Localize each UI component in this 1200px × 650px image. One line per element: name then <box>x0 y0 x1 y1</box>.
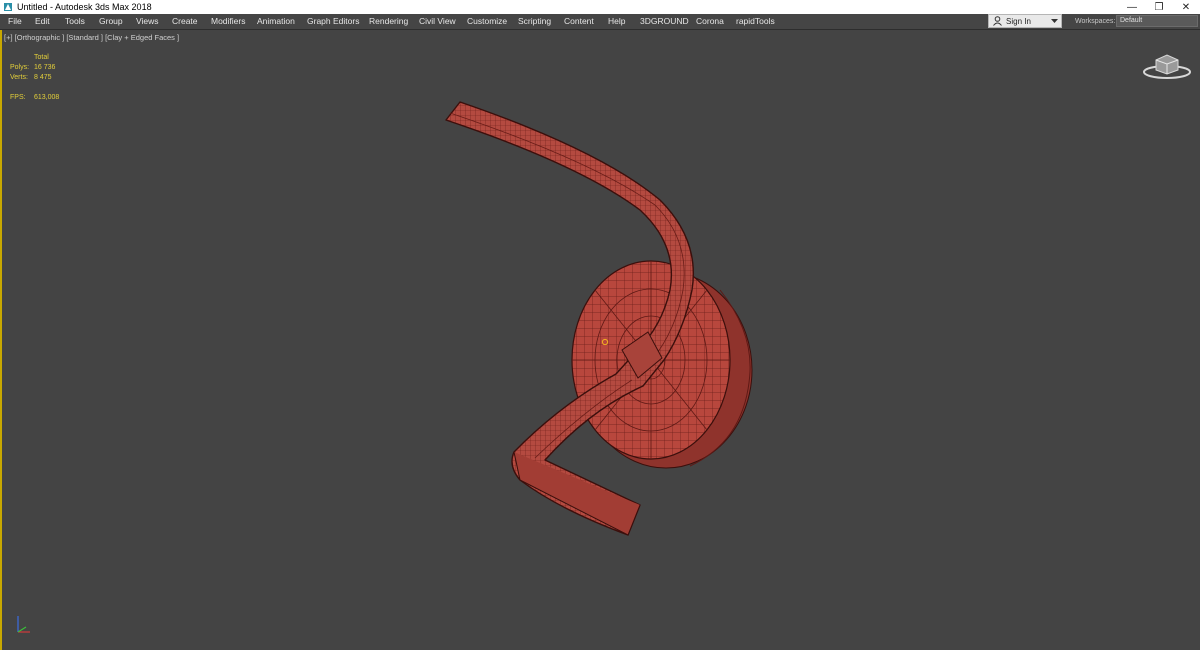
verts-label: Verts: <box>10 74 28 81</box>
fps-label: FPS: <box>10 94 26 101</box>
viewport-label[interactable]: [+] [Orthographic ] [Standard ] [Clay + … <box>4 33 179 42</box>
stats-header: Total <box>34 54 49 61</box>
polys-label: Polys: <box>10 64 30 71</box>
scene-statistics: Total Polys: 16 736 Verts: 8 475 FPS: 613,0… <box>10 53 59 103</box>
verts-value: 8 475 <box>34 74 52 81</box>
polys-value: 16 736 <box>34 64 56 71</box>
axis-tripod-icon <box>17 616 30 633</box>
viewcube-icon[interactable] <box>1142 50 1192 82</box>
fps-value: 613,008 <box>34 94 60 101</box>
disc-mesh[interactable] <box>571 260 753 469</box>
scene-canvas[interactable] <box>0 0 1200 650</box>
